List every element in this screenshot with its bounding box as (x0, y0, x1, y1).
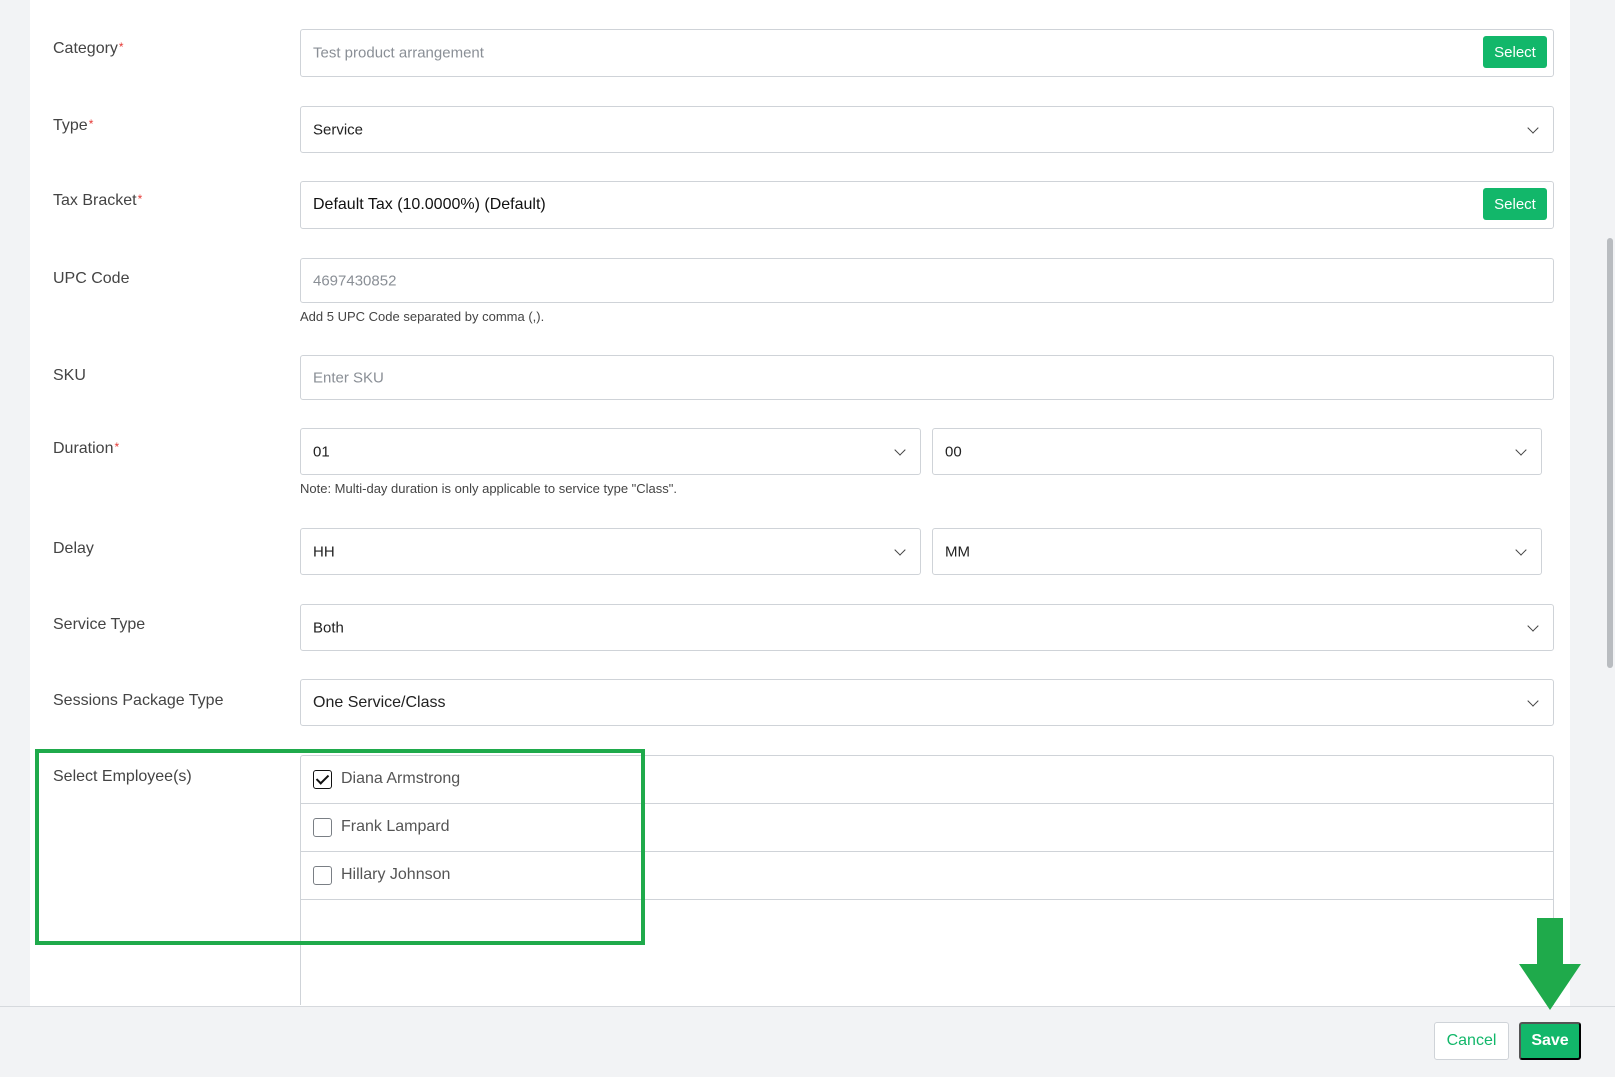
upc-code-label: UPC Code (53, 270, 130, 287)
duration-note: Note: Multi-day duration is only applica… (300, 481, 678, 496)
tax-bracket-label: Tax Bracket* (53, 192, 143, 209)
footer-bar (0, 1006, 1615, 1077)
delay-label: Delay (53, 540, 94, 557)
sessions-package-type-select[interactable]: One Service/Class (300, 679, 1554, 726)
service-type-label: Service Type (53, 616, 146, 633)
upc-code-value: 4697430852 (313, 272, 397, 289)
duration-minutes-value: 00 (945, 443, 962, 460)
chevron-down-icon (1527, 121, 1539, 134)
sku-label: SKU (53, 367, 86, 384)
delay-minutes-value: MM (945, 543, 970, 560)
sessions-package-type-value: One Service/Class (313, 693, 446, 711)
type-label: Type* (53, 117, 94, 134)
type-select[interactable]: Service (300, 106, 1554, 153)
service-type-select[interactable]: Both (300, 604, 1554, 651)
category-value: Test product arrangement (313, 44, 484, 62)
delay-minutes-select[interactable]: MM (932, 528, 1542, 575)
service-type-value: Both (313, 619, 344, 636)
employees-highlight-box (35, 749, 645, 945)
save-button[interactable]: Save (1519, 1022, 1581, 1060)
tax-bracket-value: Default Tax (10.0000%) (Default) (313, 196, 546, 213)
duration-hours-select[interactable]: 01 (300, 428, 921, 475)
duration-hours-value: 01 (313, 443, 330, 460)
delay-hours-select[interactable]: HH (300, 528, 921, 575)
chevron-down-icon (1527, 619, 1539, 632)
chevron-down-icon (894, 443, 906, 456)
upc-code-input[interactable]: 4697430852 (300, 258, 1554, 303)
category-field[interactable]: Test product arrangement Select (300, 29, 1554, 77)
category-select-button[interactable]: Select (1483, 36, 1547, 68)
type-value: Service (313, 121, 364, 138)
chevron-down-icon (1527, 694, 1539, 707)
category-label: Category* (53, 40, 124, 57)
chevron-down-icon (1515, 543, 1527, 556)
tax-bracket-field[interactable]: Default Tax (10.0000%) (Default) Select (300, 181, 1554, 229)
tax-bracket-select-button[interactable]: Select (1483, 188, 1547, 220)
upc-code-hint: Add 5 UPC Code separated by comma (,). (300, 309, 545, 324)
sessions-package-type-label: Sessions Package Type (53, 692, 224, 709)
sku-placeholder: Enter SKU (313, 369, 384, 386)
chevron-down-icon (1515, 443, 1527, 456)
sku-input[interactable]: Enter SKU (300, 355, 1554, 400)
cancel-button[interactable]: Cancel (1434, 1022, 1509, 1060)
duration-label: Duration* (53, 440, 120, 457)
arrow-down-icon (1519, 918, 1581, 1010)
scrollbar[interactable] (1607, 238, 1613, 668)
duration-minutes-select[interactable]: 00 (932, 428, 1542, 475)
delay-hours-value: HH (313, 543, 335, 560)
chevron-down-icon (894, 543, 906, 556)
